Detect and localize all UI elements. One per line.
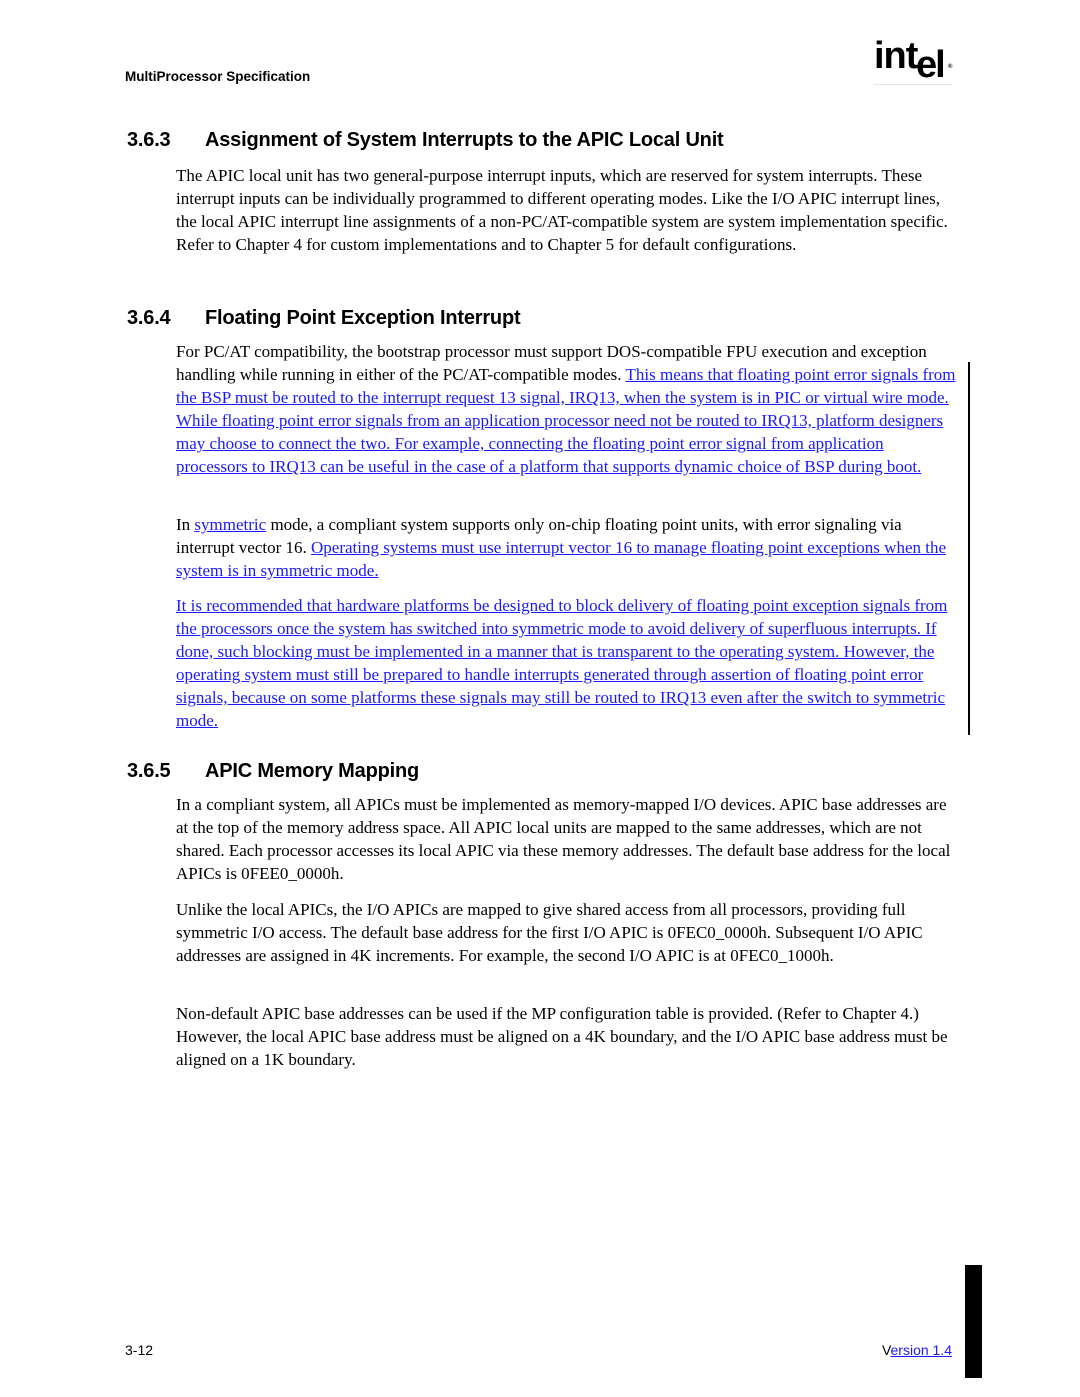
chapter-thumb-tab <box>965 1265 982 1378</box>
section-title: Floating Point Exception Interrupt <box>205 307 521 329</box>
section-heading-3-6-3: 3.6.3 Assignment of System Interrupts to … <box>127 129 724 152</box>
version-label: Version 1.4 <box>870 1342 952 1358</box>
version-link[interactable]: ersion 1.4 <box>891 1342 952 1358</box>
version-first-letter: V <box>881 1342 891 1358</box>
section-heading-3-6-4: 3.6.4 Floating Point Exception Interrupt <box>127 307 521 330</box>
paragraph-memory-mapped: In a compliant system, all APICs must be… <box>176 795 951 883</box>
paragraph-non-default-base: Non-default APIC base addresses can be u… <box>176 1004 948 1069</box>
logo-int: int <box>874 35 918 77</box>
paragraph-io-apic-mapping: Unlike the local APICs, the I/O APICs ar… <box>176 900 923 965</box>
section-heading-3-6-5: 3.6.5 APIC Memory Mapping <box>127 760 419 783</box>
logo-el: el <box>916 44 946 86</box>
logo-underline <box>874 84 952 85</box>
logo-registered-mark: ® <box>948 64 953 70</box>
link-symmetric[interactable]: symmetric <box>194 515 266 534</box>
section-title: APIC Memory Mapping <box>205 760 419 782</box>
intel-logo: int el ® <box>874 36 954 86</box>
page-number: 3-12 <box>125 1342 154 1358</box>
paragraph-system-interrupts: The APIC local unit has two general-purp… <box>176 166 948 254</box>
paragraph-symmetric-mode: In symmetric mode, a compliant system su… <box>176 513 956 582</box>
document-page: MultiProcessor Specification int el ® 3.… <box>0 0 1080 1397</box>
section-number: 3.6.4 <box>127 307 171 329</box>
revision-change-bar <box>968 362 970 735</box>
running-header-title: MultiProcessor Specification <box>125 69 311 84</box>
paragraph-text: In <box>176 515 195 534</box>
section-title: Assignment of System Interrupts to the A… <box>205 129 724 151</box>
paragraph-pc-at-compatibility: For PC/AT compatibility, the bootstrap p… <box>176 340 956 478</box>
paragraph-recommendation: It is recommended that hardware platform… <box>176 594 956 732</box>
link-block-delivery[interactable]: It is recommended that hardware platform… <box>176 596 947 730</box>
section-number: 3.6.5 <box>127 760 171 782</box>
section-number: 3.6.3 <box>127 129 171 151</box>
